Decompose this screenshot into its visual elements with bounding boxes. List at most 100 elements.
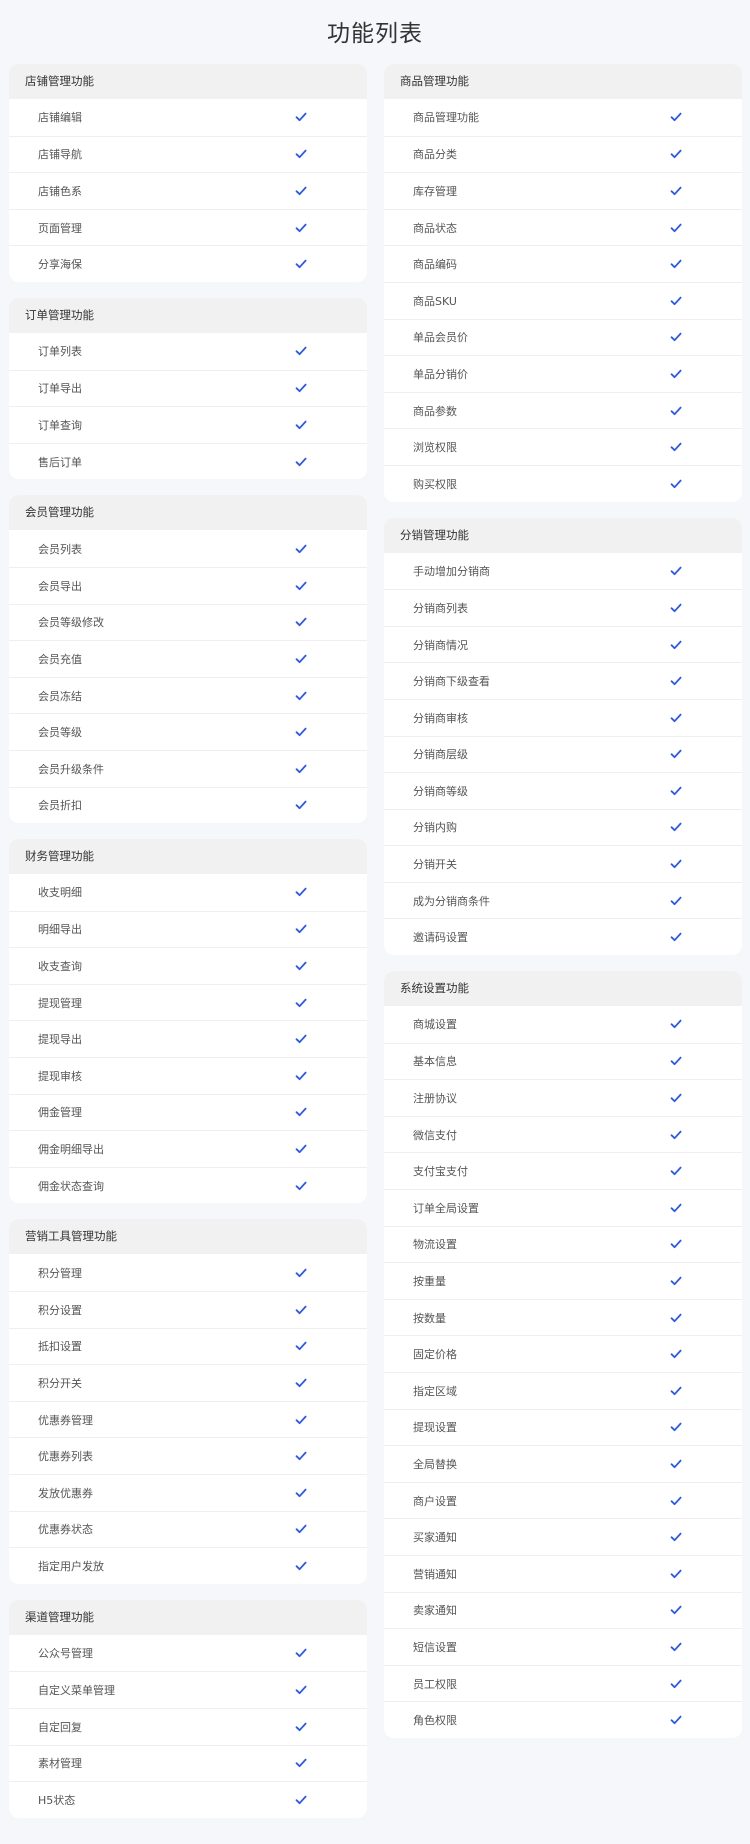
feature-item: 分销商列表 bbox=[384, 589, 742, 626]
check-icon bbox=[670, 1165, 682, 1177]
check-icon bbox=[295, 543, 307, 555]
feature-item-label: 会员等级修改 bbox=[38, 616, 104, 630]
feature-item-label: 营销通知 bbox=[413, 1567, 457, 1581]
feature-item: 会员导出 bbox=[9, 566, 367, 604]
feature-item-label: 按重量 bbox=[413, 1275, 446, 1289]
check-icon bbox=[670, 1678, 682, 1690]
feature-item-label: 指定区域 bbox=[413, 1384, 457, 1398]
feature-item-label: 卖家通知 bbox=[413, 1604, 457, 1618]
feature-item-label: 短信设置 bbox=[413, 1640, 457, 1654]
feature-item-label: 单品分销价 bbox=[413, 367, 468, 381]
feature-item: 会员折扣 bbox=[9, 786, 367, 824]
feature-item: 卖家通知 bbox=[384, 1591, 742, 1629]
feature-item: 订单导出 bbox=[9, 369, 367, 407]
feature-item: 页面管理 bbox=[9, 208, 367, 246]
feature-item-label: 订单查询 bbox=[38, 418, 82, 432]
feature-item-label: 会员等级 bbox=[38, 726, 82, 740]
section-title: 财务管理功能 bbox=[9, 839, 367, 875]
check-icon bbox=[295, 960, 307, 972]
feature-item: 分销商层级 bbox=[384, 735, 742, 773]
feature-item: 营销通知 bbox=[384, 1554, 742, 1592]
check-icon bbox=[295, 690, 307, 702]
check-icon bbox=[670, 858, 682, 870]
check-icon bbox=[670, 258, 682, 270]
feature-item-label: 手动增加分销商 bbox=[413, 564, 490, 578]
feature-item: 售后订单 bbox=[9, 442, 367, 480]
feature-item: 固定价格 bbox=[384, 1335, 742, 1372]
feature-item-label: 提现管理 bbox=[38, 996, 82, 1010]
feature-section: 店铺管理功能 店铺编辑 店铺导航 店铺色系 页面管理 分享海保 bbox=[9, 64, 367, 282]
feature-item-label: 固定价格 bbox=[413, 1348, 457, 1362]
feature-section: 渠道管理功能 公众号管理 自定义菜单管理 自定回复 素材管理 H5状态 bbox=[9, 1599, 367, 1818]
check-icon bbox=[670, 639, 682, 651]
feature-item: 单品会员价 bbox=[384, 318, 742, 356]
feature-item-label: 店铺色系 bbox=[38, 184, 82, 198]
check-icon bbox=[295, 1757, 307, 1769]
left-column: 店铺管理功能 店铺编辑 店铺导航 店铺色系 页面管理 分享海保 订单管理功能 订单列表 订单导出… bbox=[9, 64, 367, 1834]
feature-item: 员工权限 bbox=[384, 1664, 742, 1702]
check-icon bbox=[670, 331, 682, 343]
check-icon bbox=[295, 616, 307, 628]
check-icon bbox=[670, 1348, 682, 1360]
check-icon bbox=[670, 712, 682, 724]
check-icon bbox=[670, 1714, 682, 1726]
section-title: 店铺管理功能 bbox=[9, 64, 367, 99]
feature-item-label: 购买权限 bbox=[413, 477, 457, 491]
feature-item-label: 支付宝支付 bbox=[413, 1165, 468, 1179]
check-icon bbox=[295, 997, 307, 1009]
feature-item-label: 自定义菜单管理 bbox=[38, 1684, 115, 1698]
feature-item-label: 订单全局设置 bbox=[413, 1201, 479, 1215]
feature-item-label: 浏览权限 bbox=[413, 441, 457, 455]
feature-item-label: 全局替换 bbox=[413, 1457, 457, 1471]
feature-item-label: 会员升级条件 bbox=[38, 762, 104, 776]
feature-item-label: 积分设置 bbox=[38, 1303, 82, 1317]
feature-item: 店铺色系 bbox=[9, 172, 367, 209]
feature-item: 发放优惠券 bbox=[9, 1474, 367, 1511]
check-icon bbox=[670, 368, 682, 380]
check-icon bbox=[295, 1450, 307, 1462]
feature-item-label: 指定用户发放 bbox=[38, 1559, 104, 1573]
check-icon bbox=[670, 931, 682, 943]
feature-item-label: 发放优惠券 bbox=[38, 1486, 93, 1500]
check-icon bbox=[670, 185, 682, 197]
feature-item: 商品管理功能 bbox=[384, 99, 742, 136]
feature-item-label: 分销商等级 bbox=[413, 784, 468, 798]
check-icon bbox=[295, 258, 307, 270]
feature-item-label: 公众号管理 bbox=[38, 1647, 93, 1661]
feature-item-label: 微信支付 bbox=[413, 1128, 457, 1142]
check-icon bbox=[670, 1421, 682, 1433]
feature-item: 自定回复 bbox=[9, 1707, 367, 1745]
section-title: 分销管理功能 bbox=[384, 517, 742, 553]
check-icon bbox=[670, 785, 682, 797]
check-icon bbox=[670, 1604, 682, 1616]
feature-item: 提现导出 bbox=[9, 1020, 367, 1057]
feature-item: 提现管理 bbox=[9, 983, 367, 1021]
feature-item-label: 积分管理 bbox=[38, 1266, 82, 1280]
check-icon bbox=[295, 185, 307, 197]
feature-item: 成为分销商条件 bbox=[384, 881, 742, 919]
feature-item: 手动增加分销商 bbox=[384, 553, 742, 590]
feature-item: 会员充值 bbox=[9, 640, 367, 677]
check-icon bbox=[295, 111, 307, 123]
feature-item-label: 佣金状态查询 bbox=[38, 1179, 104, 1193]
feature-item-label: 成为分销商条件 bbox=[413, 894, 490, 908]
check-icon bbox=[670, 405, 682, 417]
feature-item: 优惠券管理 bbox=[9, 1400, 367, 1438]
section-title: 渠道管理功能 bbox=[9, 1599, 367, 1635]
feature-item-label: 会员充值 bbox=[38, 652, 82, 666]
check-icon bbox=[295, 419, 307, 431]
check-icon bbox=[295, 763, 307, 775]
check-icon bbox=[295, 1340, 307, 1352]
feature-item: 分销商等级 bbox=[384, 772, 742, 809]
feature-item-label: 页面管理 bbox=[38, 221, 82, 235]
feature-item: 角色权限 bbox=[384, 1701, 742, 1738]
feature-section: 营销工具管理功能 积分管理 积分设置 抵扣设置 积分开关 优惠券管理 优惠券列表 发放优惠券优… bbox=[9, 1219, 367, 1584]
check-icon bbox=[295, 345, 307, 357]
feature-item-label: 优惠券状态 bbox=[38, 1523, 93, 1537]
feature-item: 会员等级修改 bbox=[9, 603, 367, 641]
feature-item-label: 抵扣设置 bbox=[38, 1340, 82, 1354]
check-icon bbox=[295, 1487, 307, 1499]
feature-item-label: 收支查询 bbox=[38, 960, 82, 974]
feature-item-label: 店铺编辑 bbox=[38, 111, 82, 125]
feature-item: 库存管理 bbox=[384, 172, 742, 209]
